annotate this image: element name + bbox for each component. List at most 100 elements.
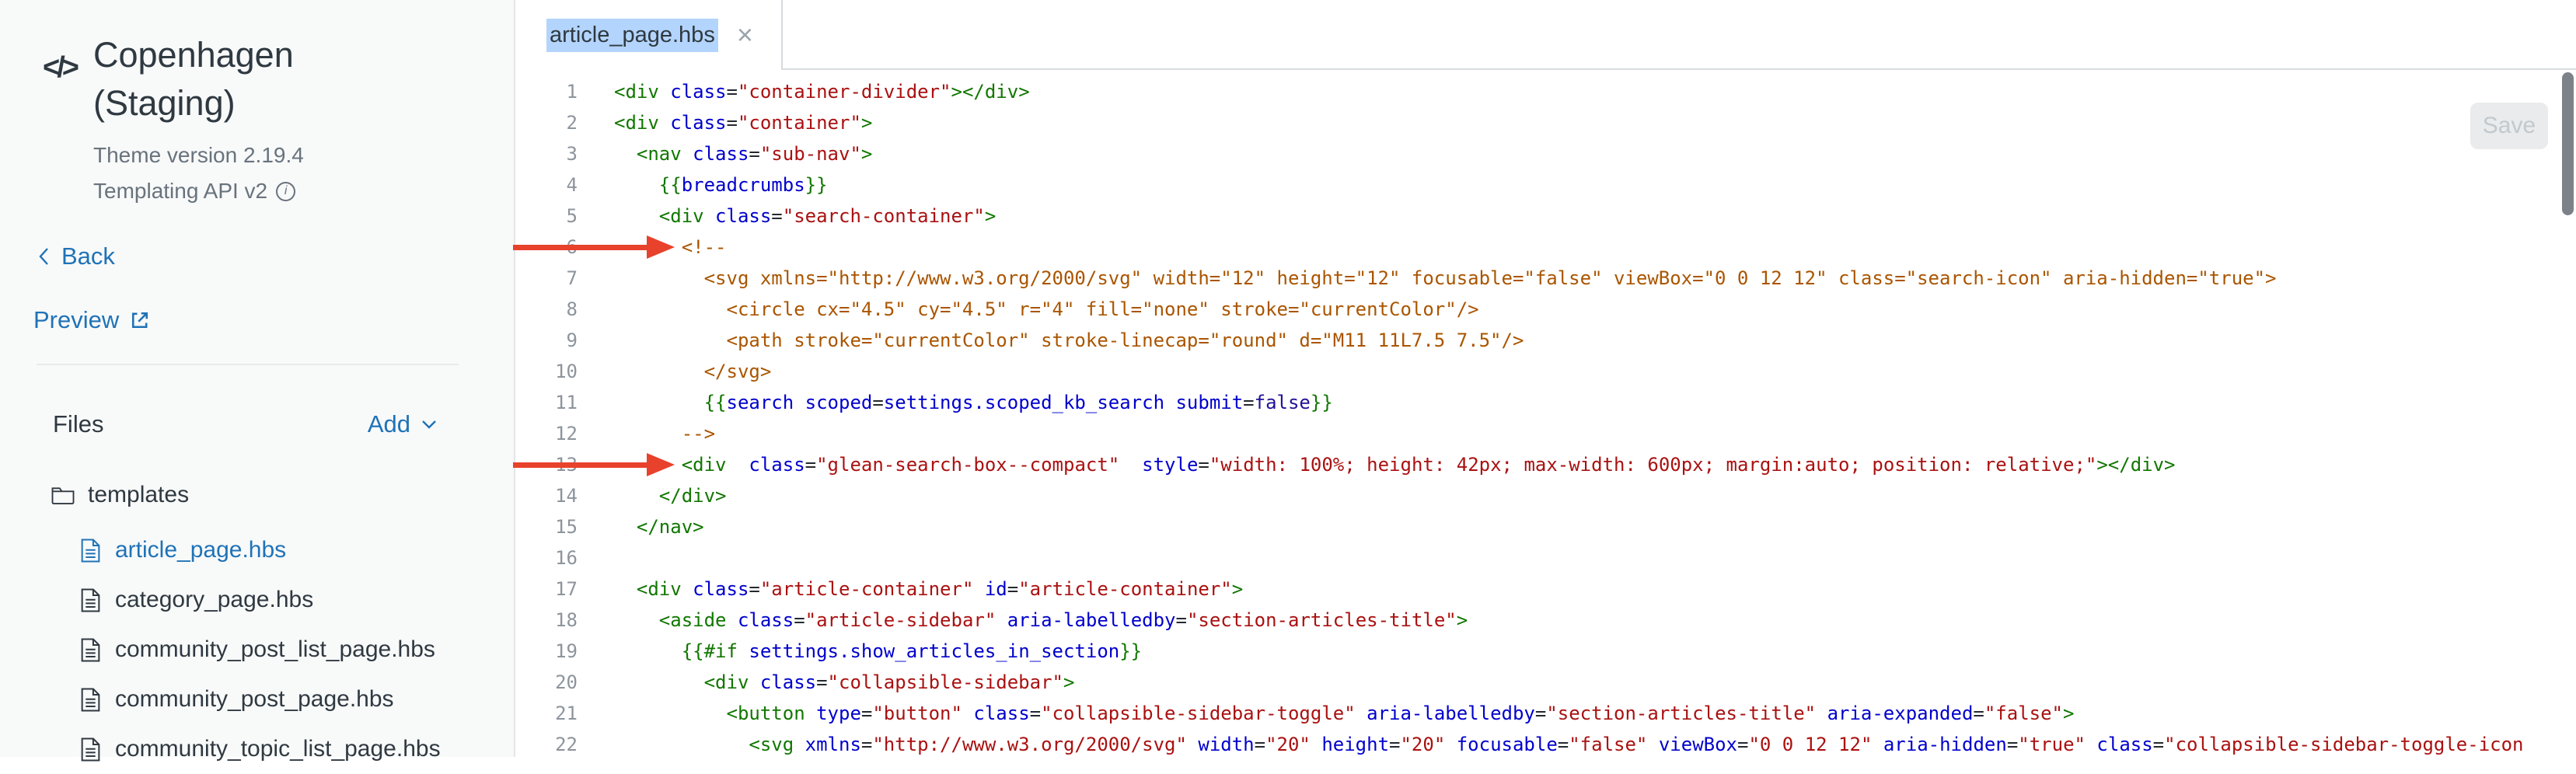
preview-label: Preview: [33, 306, 119, 334]
code-token: aria-labelledby: [1007, 609, 1176, 631]
code-line[interactable]: 21 <button type="button" class="collapsi…: [515, 698, 2576, 729]
code-line[interactable]: 5 <div class="search-container">: [515, 200, 2576, 232]
code-token: id: [985, 578, 1007, 600]
code-token: [614, 205, 659, 227]
code-token: focusable: [1457, 734, 1558, 755]
code-token: width: [1198, 734, 1254, 755]
save-button[interactable]: Save: [2470, 103, 2548, 149]
code-line[interactable]: 16: [515, 542, 2576, 574]
line-number: 2: [515, 107, 578, 138]
code-token: }}: [805, 174, 828, 196]
code-line[interactable]: 17 <div class="article-container" id="ar…: [515, 574, 2576, 605]
file-item[interactable]: community_post_page.hbs: [0, 675, 514, 724]
file-item[interactable]: community_post_list_page.hbs: [0, 625, 514, 675]
code-token: [614, 361, 704, 382]
code-token: class: [749, 454, 805, 476]
line-number: 3: [515, 138, 578, 169]
line-number: 7: [515, 263, 578, 294]
tab-article-page[interactable]: article_page.hbs ×: [515, 0, 783, 70]
code-text: <svg xmlns="http://www.w3.org/2000/svg" …: [614, 263, 2276, 294]
code-token: =: [1030, 703, 1041, 724]
code-token: <div: [614, 81, 670, 103]
code-line[interactable]: 2<div class="container">: [515, 107, 2576, 138]
code-token: <div: [682, 454, 749, 476]
code-line[interactable]: 12 -->: [515, 418, 2576, 449]
code-token: aria-expanded: [1827, 703, 1974, 724]
back-link[interactable]: Back: [37, 242, 115, 270]
code-text: </nav>: [614, 511, 704, 542]
line-number: 11: [515, 387, 578, 418]
code-token: "http://www.w3.org/2000/svg": [872, 734, 1187, 755]
code-token: "container-divider": [738, 81, 951, 103]
code-line[interactable]: 8 <circle cx="4.5" cy="4.5" r="4" fill="…: [515, 294, 2576, 325]
code-token: search scoped: [727, 392, 873, 413]
code-line[interactable]: 10 </svg>: [515, 356, 2576, 387]
code-line[interactable]: 15 </nav>: [515, 511, 2576, 542]
editor-scrollbar[interactable]: [2562, 72, 2574, 215]
code-token: "20": [1265, 734, 1311, 755]
code-line[interactable]: 1<div class="container-divider"></div>: [515, 76, 2576, 107]
code-token: class: [670, 81, 726, 103]
code-token: [614, 423, 682, 445]
code-text: <div class="collapsible-sidebar">: [614, 667, 1074, 698]
code-line[interactable]: 18 <aside class="article-sidebar" aria-l…: [515, 605, 2576, 636]
code-line[interactable]: 14 </div>: [515, 480, 2576, 511]
code-line[interactable]: 20 <div class="collapsible-sidebar">: [515, 667, 2576, 698]
code-token: [614, 703, 727, 724]
line-number: 14: [515, 480, 578, 511]
code-token: [614, 298, 727, 320]
preview-link[interactable]: Preview: [33, 306, 151, 334]
code-line[interactable]: 22 <svg xmlns="http://www.w3.org/2000/sv…: [515, 729, 2576, 757]
code-token: [614, 640, 682, 662]
info-icon[interactable]: i: [276, 182, 295, 201]
code-token: [996, 609, 1007, 631]
add-file-button[interactable]: Add: [368, 410, 437, 438]
code-line[interactable]: 4 {{breadcrumbs}}: [515, 169, 2576, 200]
code-token: class: [693, 578, 749, 600]
code-text: <path stroke="currentColor" stroke-linec…: [614, 325, 1524, 356]
code-line[interactable]: 3 <nav class="sub-nav">: [515, 138, 2576, 169]
code-token: =: [1007, 578, 1018, 600]
file-item[interactable]: category_page.hbs: [0, 575, 514, 625]
document-icon: [81, 539, 100, 563]
code-text: {{search scoped=settings.scoped_kb_searc…: [614, 387, 1333, 418]
code-line[interactable]: 7 <svg xmlns="http://www.w3.org/2000/svg…: [515, 263, 2576, 294]
file-item[interactable]: article_page.hbs: [0, 525, 514, 575]
code-line[interactable]: 9 <path stroke="currentColor" stroke-lin…: [515, 325, 2576, 356]
file-item[interactable]: community_topic_list_page.hbs: [0, 724, 514, 774]
code-token: [614, 578, 637, 600]
code-token: =: [1737, 734, 1748, 755]
code-token: <circle cx="4.5" cy="4.5" r="4" fill="no…: [727, 298, 1479, 320]
code-token: [1119, 454, 1142, 476]
code-token: </nav>: [637, 516, 704, 538]
code-line[interactable]: 19 {{#if settings.show_articles_in_secti…: [515, 636, 2576, 667]
code-token: [614, 485, 659, 507]
code-token: "section-articles-title": [1546, 703, 1816, 724]
code-token: false: [1255, 392, 1311, 413]
code-token: [614, 609, 659, 631]
code-token: =: [771, 205, 782, 227]
folder-item-templates[interactable]: templates: [0, 471, 514, 519]
code-token: >: [861, 112, 872, 134]
code-token: class: [760, 671, 816, 693]
code-line[interactable]: 13 <div class="glean-search-box--compact…: [515, 449, 2576, 480]
code-text: <button type="button" class="collapsible…: [614, 698, 2074, 729]
code-token: <aside: [659, 609, 738, 631]
code-token: "article-container": [1018, 578, 1232, 600]
line-number: 20: [515, 667, 578, 698]
chevron-down-icon: [421, 420, 437, 430]
code-token: "button": [872, 703, 962, 724]
code-token: ></div>: [951, 81, 1030, 103]
document-icon: [81, 588, 100, 612]
code-token: xmlns: [805, 734, 861, 755]
file-name: community_post_list_page.hbs: [115, 636, 435, 663]
code-area[interactable]: 1<div class="container-divider"></div>2<…: [515, 70, 2576, 757]
code-token: =: [816, 671, 827, 693]
code-line[interactable]: 11 {{search scoped=settings.scoped_kb_se…: [515, 387, 2576, 418]
folder-icon: [51, 485, 75, 505]
templating-api-label: Templating API v2: [93, 179, 267, 204]
close-icon[interactable]: ×: [737, 21, 753, 49]
code-line[interactable]: 6 <!--: [515, 232, 2576, 263]
line-number: 12: [515, 418, 578, 449]
code-token: [614, 174, 659, 196]
